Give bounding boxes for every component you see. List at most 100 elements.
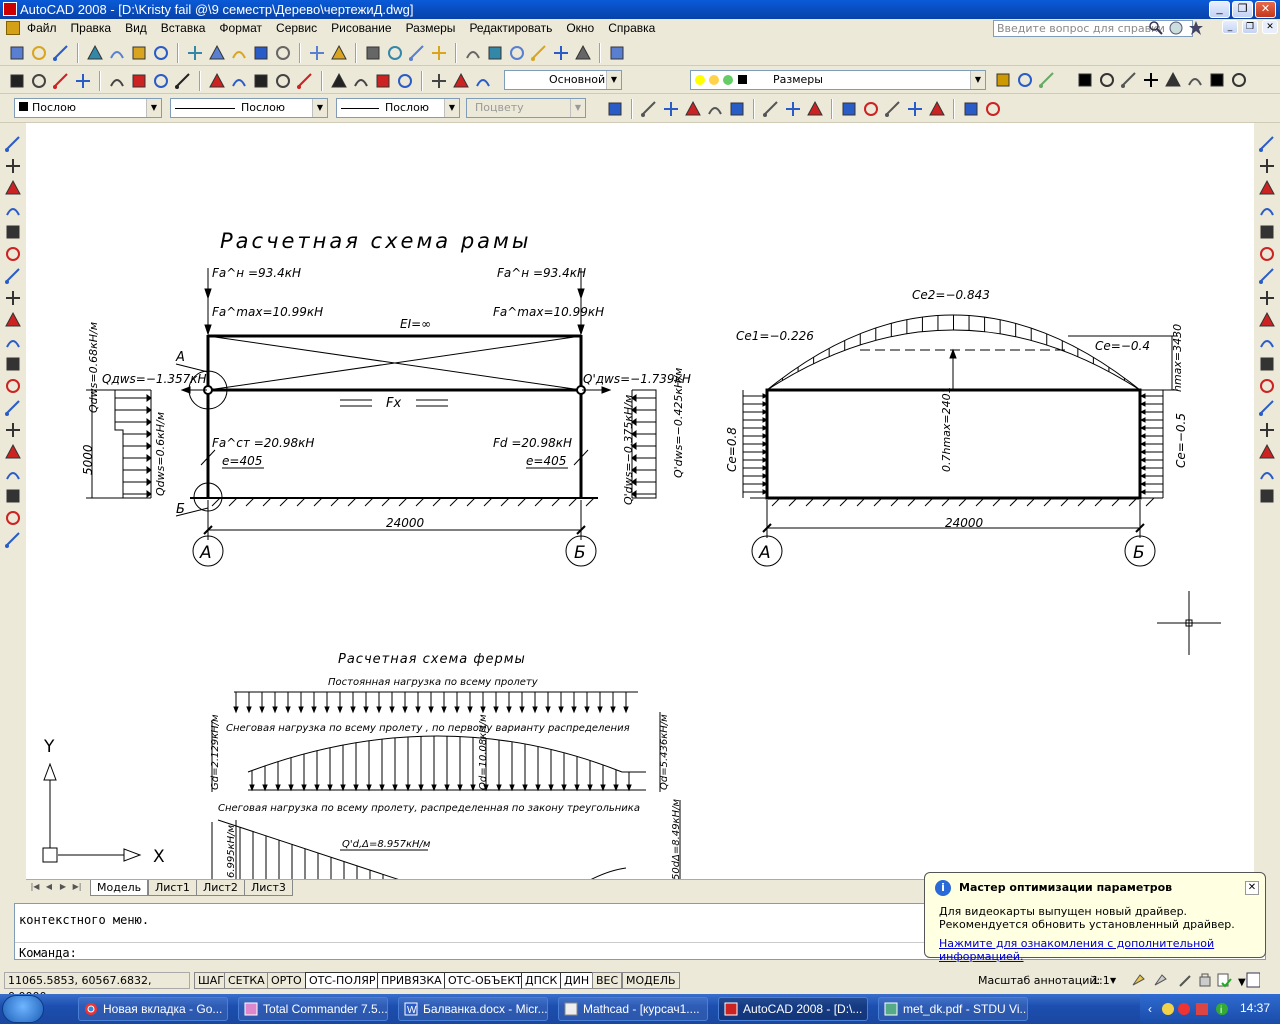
array-icon[interactable] [1258, 223, 1276, 241]
notification-balloon[interactable]: i Мастер оптимизации параметров ✕ Для ви… [924, 872, 1266, 963]
redo-icon[interactable] [330, 44, 348, 62]
fillet-icon[interactable] [1258, 465, 1276, 483]
save-icon[interactable] [52, 44, 70, 62]
start-button[interactable] [2, 995, 44, 1023]
midpoint-icon[interactable] [662, 100, 680, 118]
communication-center-icon[interactable] [1168, 20, 1184, 36]
ellipse-arc-icon[interactable] [4, 355, 22, 373]
sheetset-icon[interactable] [530, 44, 548, 62]
tab-sheet2[interactable]: Лист2 [196, 880, 245, 896]
properties-icon[interactable] [464, 44, 482, 62]
ducs-button[interactable]: ДПСК [521, 972, 562, 989]
hatch-icon[interactable] [4, 443, 22, 461]
menu-window[interactable]: Окно [559, 19, 601, 38]
doc-minimize-button[interactable]: _ [1222, 20, 1238, 34]
dyn-button[interactable]: ДИН [560, 972, 594, 989]
jogged-icon[interactable] [130, 72, 148, 90]
annotation-scale-value[interactable]: 1:1 [1092, 974, 1110, 987]
autocad-app-icon[interactable] [3, 2, 17, 16]
insert-block-icon[interactable] [4, 377, 22, 395]
jogged-linear-icon[interactable] [396, 72, 414, 90]
text-style-icon[interactable] [1076, 71, 1094, 89]
make-block-icon[interactable] [4, 399, 22, 417]
menu-dimension[interactable]: Размеры [399, 19, 463, 38]
lwt-button[interactable]: ВЕС [592, 972, 623, 989]
break-icon[interactable] [296, 72, 314, 90]
endpoint-icon[interactable] [640, 100, 658, 118]
taskbar-stdu[interactable]: met_dk.pdf - STDU Vi... [878, 997, 1028, 1021]
dimstyle-combo[interactable]: Основной ▼ [504, 70, 622, 90]
offset-icon[interactable] [1258, 201, 1276, 219]
dimedit-icon[interactable] [430, 72, 448, 90]
extend-icon[interactable] [1258, 355, 1276, 373]
toolpalette-icon[interactable] [508, 44, 526, 62]
rectangle-icon[interactable] [4, 223, 22, 241]
baseline-icon[interactable] [230, 72, 248, 90]
annotation-scale-dropdown-icon[interactable]: ▼ [1110, 976, 1116, 985]
zoom-realtime-icon[interactable] [386, 44, 404, 62]
doc-restore-button[interactable]: ❐ [1242, 20, 1258, 34]
balloon-link[interactable]: Нажмите для ознакомления с дополнительно… [939, 937, 1265, 963]
publish-icon[interactable] [130, 44, 148, 62]
circle-icon[interactable] [4, 267, 22, 285]
ellipse-icon[interactable] [4, 333, 22, 351]
tab-next-icon[interactable]: ▶ [58, 882, 68, 894]
osnap-button[interactable]: ПРИВЯЗКА [377, 972, 446, 989]
apparent-int-icon[interactable] [706, 100, 724, 118]
new-icon[interactable] [8, 44, 26, 62]
match-icon[interactable] [274, 44, 292, 62]
taskbar-autocad[interactable]: AutoCAD 2008 - [D:\... [718, 997, 868, 1021]
trim-icon[interactable] [1258, 333, 1276, 351]
zoom-window-icon[interactable] [408, 44, 426, 62]
lineweight-combo[interactable]: Послою ▼ [336, 98, 460, 118]
layer-prev-icon[interactable] [1016, 71, 1034, 89]
mtext-icon[interactable] [4, 531, 22, 549]
menu-edit[interactable]: Правка [64, 19, 119, 38]
menu-view[interactable]: Вид [118, 19, 154, 38]
copy-icon[interactable] [208, 44, 226, 62]
preview-icon[interactable] [108, 44, 126, 62]
plot-icon[interactable] [86, 44, 104, 62]
close-button[interactable]: ✕ [1255, 1, 1276, 18]
scale-icon[interactable] [1258, 289, 1276, 307]
coordinates-display[interactable]: 11065.5853, 60567.6832, 0.0000 [4, 972, 190, 1003]
nearest-icon[interactable] [928, 100, 946, 118]
menu-help[interactable]: Справка [601, 19, 662, 38]
copy-object-icon[interactable] [1258, 157, 1276, 175]
break-at-point-icon[interactable] [1258, 377, 1276, 395]
quick-dim-icon[interactable] [208, 72, 226, 90]
dwf-icon[interactable] [152, 44, 170, 62]
zoom-previous-icon[interactable] [430, 44, 448, 62]
diameter-icon[interactable] [152, 72, 170, 90]
taskbar-word[interactable]: W Балванка.docx - Micr... [398, 997, 548, 1021]
restore-button[interactable]: ❐ [1232, 1, 1253, 18]
justify-icon[interactable] [1208, 71, 1226, 89]
favorites-star-icon[interactable] [1188, 20, 1204, 36]
open-icon[interactable] [30, 44, 48, 62]
extension-icon[interactable] [728, 100, 746, 118]
tab-last-icon[interactable]: ▶| [72, 882, 82, 894]
center-icon[interactable] [762, 100, 780, 118]
region-icon[interactable] [4, 487, 22, 505]
doc-close-button[interactable]: ✕ [1262, 20, 1278, 34]
menu-insert[interactable]: Вставка [154, 19, 213, 38]
menu-format[interactable]: Формат [212, 19, 269, 38]
polyline-icon[interactable] [4, 179, 22, 197]
paste-icon[interactable] [230, 44, 248, 62]
polygon-icon[interactable] [4, 201, 22, 219]
angular-icon[interactable] [174, 72, 192, 90]
layer-props-icon[interactable] [994, 71, 1012, 89]
markup-icon[interactable] [552, 44, 570, 62]
erase-icon[interactable] [1258, 135, 1276, 153]
scale-text-icon[interactable] [1186, 71, 1204, 89]
menu-draw[interactable]: Рисование [324, 19, 398, 38]
text-edit-icon[interactable] [1120, 71, 1138, 89]
find-icon[interactable] [1164, 71, 1182, 89]
osnap-tracking-icon[interactable] [606, 100, 624, 118]
break-icon[interactable] [1258, 399, 1276, 417]
gradient-icon[interactable] [4, 465, 22, 483]
menu-file[interactable]: Файл [20, 19, 64, 38]
explode-icon[interactable] [1258, 487, 1276, 505]
rotate-icon[interactable] [1258, 267, 1276, 285]
arc-icon[interactable] [4, 245, 22, 263]
